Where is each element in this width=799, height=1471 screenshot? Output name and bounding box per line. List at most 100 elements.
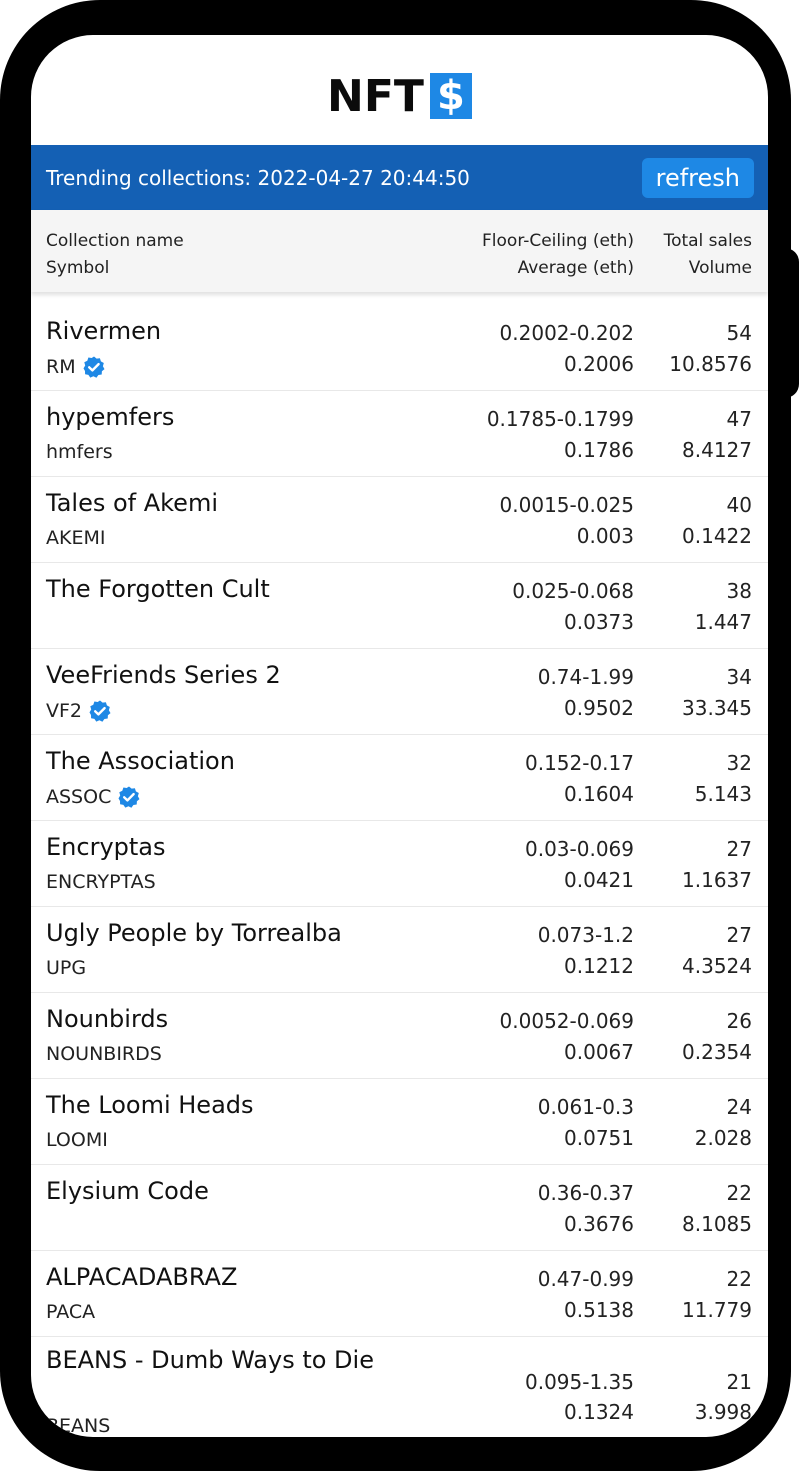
refresh-button[interactable]: refresh	[641, 157, 754, 198]
collection-row[interactable]: Tales of Akemi AKEMI 0.0015-0.025 0.003 40 0.…	[31, 477, 768, 563]
volume-value: 33.345	[682, 696, 752, 720]
total-sales-value: 24	[726, 1095, 752, 1119]
collection-name: Nounbirds	[46, 1005, 169, 1033]
total-sales-value: 38	[726, 579, 752, 603]
collection-row[interactable]: Elysium Code 0.36-0.37 0.3676 22 8.1085	[31, 1165, 768, 1251]
header-sales-column: Total sales Volume	[664, 228, 752, 282]
collection-symbol-text: VF2	[46, 700, 83, 722]
total-sales-value: 26	[726, 1009, 752, 1033]
volume-value: 8.1085	[682, 1212, 752, 1236]
average-value: 0.5138	[564, 1298, 634, 1322]
header-floor-ceiling: Floor-Ceiling (eth)	[482, 231, 634, 251]
collection-symbol: hmfers	[46, 441, 113, 463]
header-average: Average (eth)	[517, 258, 634, 278]
collection-symbol-text: RM	[46, 356, 76, 378]
average-value: 0.1324	[564, 1400, 634, 1424]
header-total-sales: Total sales	[663, 231, 752, 251]
floor-ceiling-value: 0.47-0.99	[537, 1267, 634, 1291]
floor-ceiling-value: 0.025-0.068	[512, 579, 634, 603]
verified-badge-icon	[83, 356, 105, 378]
total-sales-value: 34	[726, 665, 752, 689]
logo-text: NFT	[327, 70, 424, 122]
collection-name: BEANS - Dumb Ways to Die	[46, 1346, 374, 1374]
trending-bar: Trending collections: 2022-04-27 20:44:5…	[31, 145, 768, 210]
volume-value: 8.4127	[682, 438, 752, 462]
collection-row[interactable]: BEANS - Dumb Ways to Die BEANS 0.095-1.35 0…	[31, 1337, 768, 1437]
collection-row[interactable]: The Loomi Heads LOOMI 0.061-0.3 0.0751 24 2.0…	[31, 1079, 768, 1165]
collection-name: ALPACADABRAZ	[46, 1263, 238, 1291]
app-header: NFT $	[31, 35, 768, 151]
floor-ceiling-value: 0.2002-0.202	[499, 321, 634, 345]
average-value: 0.2006	[564, 352, 634, 376]
collection-row[interactable]: Ugly People by Torrealba UPG 0.073-1.2 0.12…	[31, 907, 768, 993]
collection-name: VeeFriends Series 2	[46, 661, 281, 689]
collection-symbol: ENCRYPTAS	[46, 871, 156, 893]
collection-symbol: PACA	[46, 1301, 95, 1323]
collection-row[interactable]: The Forgotten Cult 0.025-0.068 0.0373 38 1.4…	[31, 563, 768, 649]
floor-ceiling-value: 0.095-1.35	[524, 1370, 634, 1394]
verified-badge-icon	[89, 700, 111, 722]
floor-ceiling-value: 0.061-0.3	[537, 1095, 634, 1119]
volume-value: 3.998	[694, 1400, 752, 1424]
header-volume: Volume	[688, 258, 752, 278]
header-collection-name: Collection name	[46, 231, 184, 251]
trending-title: Trending collections: 2022-04-27 20:44:5…	[46, 165, 470, 190]
collection-symbol: NOUNBIRDS	[46, 1043, 162, 1065]
collection-symbol-text: ENCRYPTAS	[46, 871, 156, 893]
collection-symbol: RM	[46, 355, 106, 379]
collection-name: Rivermen	[46, 317, 162, 345]
total-sales-value: 32	[726, 751, 752, 775]
collection-row[interactable]: hypemfers hmfers 0.1785-0.1799 0.1786 47 8.41…	[31, 391, 768, 477]
total-sales-value: 54	[726, 321, 752, 345]
collection-symbol-text: NOUNBIRDS	[46, 1043, 162, 1065]
collection-name: Elysium Code	[46, 1177, 209, 1205]
volume-value: 11.779	[682, 1298, 752, 1322]
header-symbol: Symbol	[46, 258, 110, 278]
collection-symbol-text: PACA	[46, 1301, 96, 1323]
collection-symbol-text: hmfers	[46, 441, 113, 463]
collection-symbol-text: LOOMI	[46, 1129, 108, 1151]
volume-value: 0.2354	[682, 1040, 752, 1064]
collection-row[interactable]: Rivermen RM 0.2002-0.202 0.2006 54 10.8576	[31, 305, 768, 391]
total-sales-value: 22	[726, 1267, 752, 1291]
collection-symbol: BEANS	[46, 1415, 110, 1437]
volume-value: 4.3524	[682, 954, 752, 978]
collection-name: Ugly People by Torrealba	[46, 919, 342, 947]
volume-value: 1.1637	[682, 868, 752, 892]
average-value: 0.003	[576, 524, 634, 548]
average-value: 0.1212	[564, 954, 634, 978]
total-sales-value: 40	[726, 493, 752, 517]
collection-row[interactable]: Nounbirds NOUNBIRDS 0.0052-0.069 0.0067 26 0.…	[31, 993, 768, 1079]
collections-list: Rivermen RM 0.2002-0.202 0.2006 54 10.8576 hyp…	[31, 305, 768, 1437]
volume-value: 1.447	[694, 610, 752, 634]
collection-row[interactable]: ALPACADABRAZ PACA 0.47-0.99 0.5138 22 11.779	[31, 1251, 768, 1337]
average-value: 0.0373	[564, 610, 634, 634]
total-sales-value: 27	[726, 837, 752, 861]
nfts-logo: NFT $	[327, 71, 472, 122]
average-value: 0.0421	[564, 868, 634, 892]
volume-value: 5.143	[694, 782, 752, 806]
total-sales-value: 21	[726, 1370, 752, 1394]
collection-name: Encryptas	[46, 833, 166, 861]
floor-ceiling-value: 0.0052-0.069	[499, 1009, 634, 1033]
phone-frame: NFT $ Trending collections: 2022-04-27 2…	[0, 0, 791, 1471]
collection-symbol: VF2	[46, 699, 112, 723]
collection-row[interactable]: VeeFriends Series 2 VF2 0.74-1.99 0.9502 34 3…	[31, 649, 768, 735]
phone-screen: NFT $ Trending collections: 2022-04-27 2…	[31, 35, 768, 1437]
floor-ceiling-value: 0.152-0.17	[524, 751, 634, 775]
table-header: Collection name Symbol Floor-Ceiling (et…	[31, 210, 768, 292]
collection-row[interactable]: The Association ASSOC 0.152-0.17 0.1604 32 5.…	[31, 735, 768, 821]
average-value: 0.1786	[564, 438, 634, 462]
volume-value: 10.8576	[669, 352, 752, 376]
collection-symbol: UPG	[46, 957, 86, 979]
collection-symbol: AKEMI	[46, 527, 105, 549]
volume-value: 2.028	[694, 1126, 752, 1150]
collection-symbol-text: AKEMI	[46, 527, 106, 549]
header-name-column: Collection name Symbol	[46, 228, 184, 282]
collection-row[interactable]: Encryptas ENCRYPTAS 0.03-0.069 0.0421 27 1.16…	[31, 821, 768, 907]
total-sales-value: 22	[726, 1181, 752, 1205]
collection-symbol-text: BEANS	[46, 1415, 111, 1437]
average-value: 0.1604	[564, 782, 634, 806]
collection-name: hypemfers	[46, 403, 175, 431]
total-sales-value: 27	[726, 923, 752, 947]
